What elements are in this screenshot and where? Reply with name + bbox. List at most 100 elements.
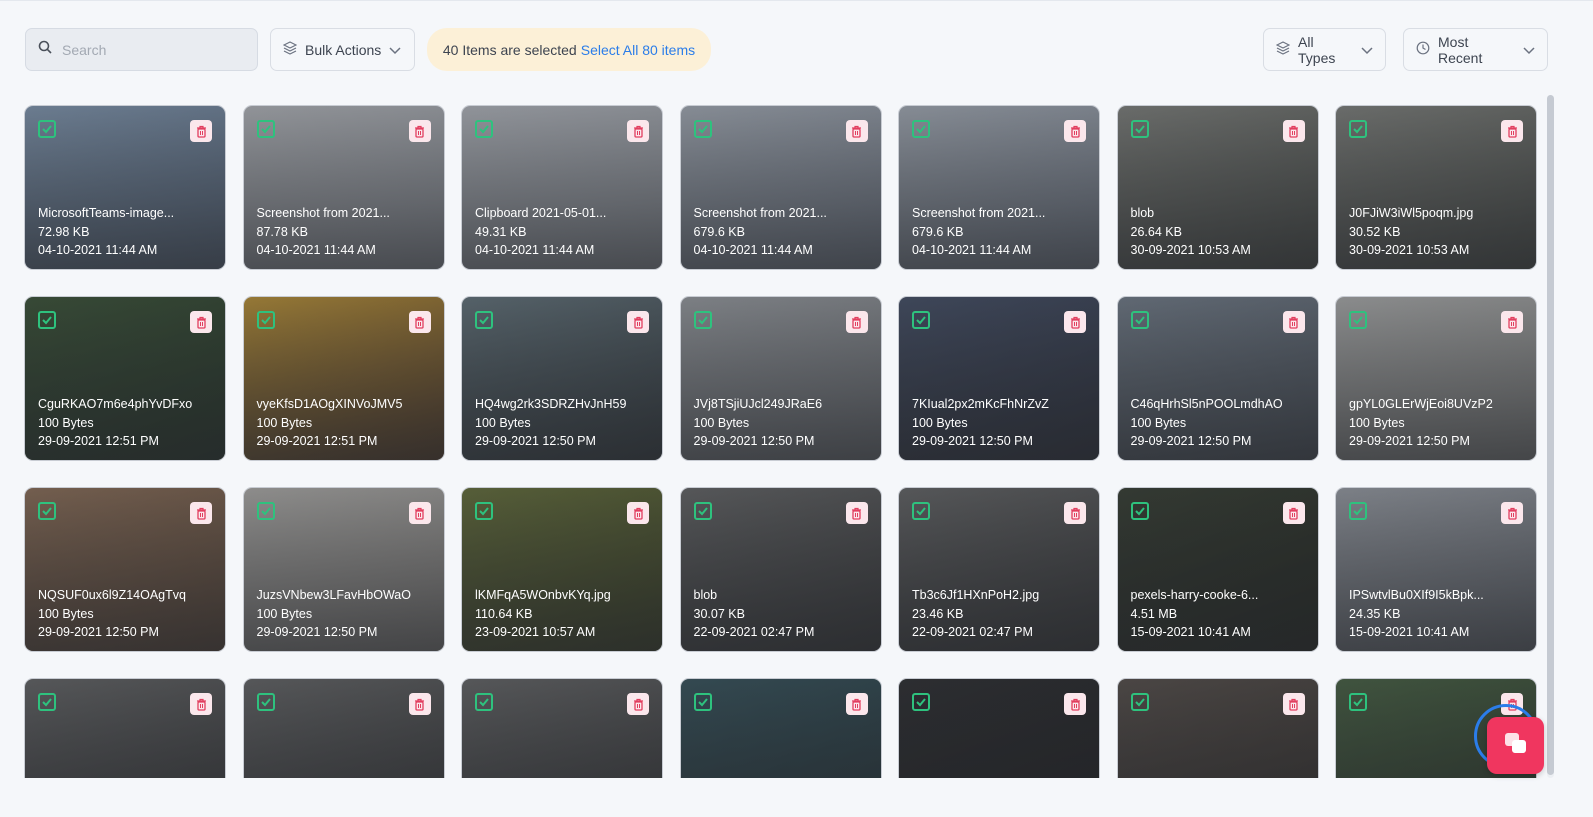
delete-button[interactable] [1064, 120, 1086, 142]
media-card[interactable]: 7KIual2px2mKcFhNrZvZ 100 Bytes 29-09-2021 … [898, 296, 1100, 461]
media-card[interactable]: Tb3c6Jf1HXnPoH2.jpg 23.46 KB 22-09-2021 02… [898, 487, 1100, 652]
select-checkbox[interactable] [256, 120, 275, 138]
delete-button[interactable] [190, 311, 212, 333]
select-checkbox[interactable] [693, 311, 712, 329]
delete-button[interactable] [1501, 311, 1523, 333]
search-input[interactable] [62, 41, 242, 58]
media-card[interactable]: JuzsVNbew3LFavHbOWaO 100 Bytes 29-09-2021 … [242, 487, 445, 652]
chat-widget-button[interactable] [1487, 717, 1544, 774]
media-card[interactable] [1116, 678, 1319, 778]
media-card[interactable]: NQSUF0ux6l9Z14OAgTvq 100 Bytes 29-09-2021 … [24, 487, 226, 652]
delete-button[interactable] [1064, 693, 1086, 715]
media-card[interactable]: C46qHrhSl5nPOOLmdhAO 100 Bytes 29-09-2021 … [1116, 296, 1319, 461]
file-name: NQSUF0ux6l9Z14OAgTvq [38, 588, 186, 602]
select-checkbox[interactable] [1349, 502, 1367, 520]
media-card[interactable]: pexels-harry-cooke-6... 4.51 MB 15-09-2021… [1116, 487, 1319, 652]
select-checkbox[interactable] [475, 502, 493, 520]
file-date: 04-10-2021 11:44 AM [475, 243, 595, 257]
media-card[interactable] [242, 678, 445, 778]
delete-button[interactable] [408, 693, 431, 715]
select-checkbox[interactable] [1130, 693, 1149, 711]
delete-button[interactable] [1501, 120, 1523, 142]
media-card[interactable]: vyeKfsD1AOgXINVoJMV5 100 Bytes 29-09-2021 … [242, 296, 445, 461]
select-checkbox[interactable] [475, 693, 493, 711]
delete-button[interactable] [408, 502, 431, 524]
file-name: Screenshot from 2021... [256, 206, 390, 220]
select-checkbox[interactable] [38, 693, 56, 711]
delete-button[interactable] [190, 502, 212, 524]
type-filter-dropdown[interactable]: All Types [1263, 28, 1386, 71]
media-card[interactable] [898, 678, 1100, 778]
media-card[interactable]: HQ4wg2rk3SDRZHvJnH59 100 Bytes 29-09-2021 … [461, 296, 663, 461]
trash-icon [196, 125, 206, 138]
media-card[interactable]: blob 26.64 KB 30-09-2021 10:53 AM [1116, 105, 1319, 270]
media-card[interactable]: MicrosoftTeams-image... 72.98 KB 04-10-202… [24, 105, 226, 270]
delete-button[interactable] [1282, 693, 1305, 715]
select-checkbox[interactable] [693, 502, 712, 520]
media-card[interactable]: Screenshot from 2021... 679.6 KB 04-10-202… [898, 105, 1100, 270]
media-card[interactable] [461, 678, 663, 778]
delete-button[interactable] [1064, 502, 1086, 524]
delete-button[interactable] [408, 311, 431, 333]
media-card[interactable]: CguRKAO7m6e4phYvDFxo 100 Bytes 29-09-2021 … [24, 296, 226, 461]
select-checkbox[interactable] [38, 120, 56, 138]
media-card[interactable]: blob 30.07 KB 22-09-2021 02:47 PM [679, 487, 882, 652]
delete-button[interactable] [845, 693, 868, 715]
delete-button[interactable] [1501, 502, 1523, 524]
delete-button[interactable] [627, 693, 649, 715]
bulk-actions-dropdown[interactable]: Bulk Actions [270, 28, 415, 71]
delete-button[interactable] [627, 502, 649, 524]
media-card[interactable] [24, 678, 226, 778]
check-icon [697, 316, 708, 325]
select-checkbox[interactable] [1349, 693, 1367, 711]
select-checkbox[interactable] [256, 502, 275, 520]
select-checkbox[interactable] [912, 502, 930, 520]
delete-button[interactable] [845, 311, 868, 333]
file-size: 100 Bytes [256, 415, 313, 430]
select-checkbox[interactable] [912, 693, 930, 711]
select-checkbox[interactable] [1130, 311, 1149, 329]
select-checkbox[interactable] [475, 120, 493, 138]
select-checkbox[interactable] [256, 311, 275, 329]
select-checkbox[interactable] [912, 120, 930, 138]
media-card[interactable]: Screenshot from 2021... 87.78 KB 04-10-202… [242, 105, 445, 270]
sort-dropdown[interactable]: Most Recent [1403, 28, 1548, 71]
select-all-link[interactable]: Select All 80 items [581, 42, 695, 58]
check-icon [260, 698, 271, 707]
delete-button[interactable] [627, 311, 649, 333]
media-card[interactable]: Clipboard 2021-05-01... 49.31 KB 04-10-202… [461, 105, 663, 270]
delete-button[interactable] [845, 120, 868, 142]
media-card[interactable]: JVj8TSjiUJcl249JRaE6 100 Bytes 29-09-2021 … [679, 296, 882, 461]
delete-button[interactable] [1282, 502, 1305, 524]
media-card[interactable]: IPSwtvlBu0XIf9I5kBpk... 24.35 KB 15-09-202… [1335, 487, 1537, 652]
media-card[interactable] [679, 678, 882, 778]
delete-button[interactable] [190, 693, 212, 715]
delete-button[interactable] [845, 502, 868, 524]
select-checkbox[interactable] [693, 693, 712, 711]
select-checkbox[interactable] [1130, 120, 1149, 138]
search-box[interactable] [25, 28, 258, 71]
media-meta: JVj8TSjiUJcl249JRaE6 100 Bytes 29-09-2021 … [694, 395, 823, 451]
select-checkbox[interactable] [1349, 311, 1367, 329]
delete-button[interactable] [1282, 120, 1305, 142]
media-card[interactable]: Screenshot from 2021... 679.6 KB 04-10-202… [679, 105, 882, 270]
delete-button[interactable] [627, 120, 649, 142]
media-card[interactable]: gpYL0GLErWjEoi8UVzP2 100 Bytes 29-09-2021 … [1335, 296, 1537, 461]
delete-button[interactable] [190, 120, 212, 142]
select-checkbox[interactable] [693, 120, 712, 138]
select-checkbox[interactable] [912, 311, 930, 329]
select-checkbox[interactable] [38, 311, 56, 329]
file-size: 24.35 KB [1349, 606, 1401, 621]
scrollbar-thumb[interactable] [1547, 95, 1554, 775]
select-checkbox[interactable] [256, 693, 275, 711]
select-checkbox[interactable] [38, 502, 56, 520]
trash-icon [196, 316, 206, 329]
select-checkbox[interactable] [1349, 120, 1367, 138]
delete-button[interactable] [1282, 311, 1305, 333]
delete-button[interactable] [1064, 311, 1086, 333]
media-card[interactable]: J0FJiW3iWl5poqm.jpg 30.52 KB 30-09-2021 10… [1335, 105, 1537, 270]
media-card[interactable]: lKMFqA5WOnbvKYq.jpg 110.64 KB 23-09-2021 1… [461, 487, 663, 652]
select-checkbox[interactable] [1130, 502, 1149, 520]
select-checkbox[interactable] [475, 311, 493, 329]
delete-button[interactable] [408, 120, 431, 142]
